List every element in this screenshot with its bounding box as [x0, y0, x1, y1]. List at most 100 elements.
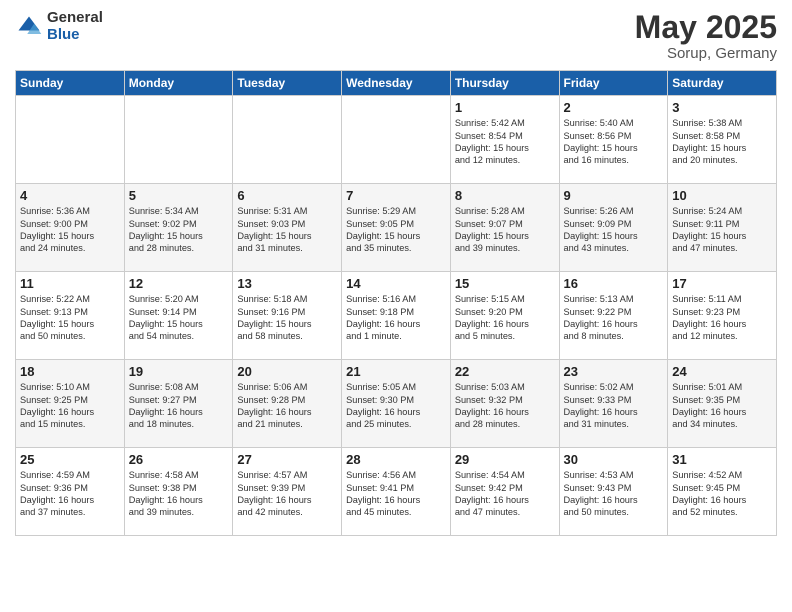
header-saturday: Saturday	[668, 71, 777, 96]
logo-icon	[15, 13, 43, 41]
calendar-week-5: 25Sunrise: 4:59 AM Sunset: 9:36 PM Dayli…	[16, 448, 777, 536]
calendar-cell: 21Sunrise: 5:05 AM Sunset: 9:30 PM Dayli…	[342, 360, 451, 448]
day-content: Sunrise: 5:42 AM Sunset: 8:54 PM Dayligh…	[455, 117, 555, 167]
day-content: Sunrise: 5:10 AM Sunset: 9:25 PM Dayligh…	[20, 381, 120, 431]
calendar-cell: 17 Sunrise: 5:11 AM Sunset: 9:23 PM Dayli…	[668, 272, 777, 360]
day-number: 20	[237, 364, 337, 379]
day-content: Sunrise: 4:53 AM Sunset: 9:43 PM Dayligh…	[564, 469, 664, 519]
calendar-cell: 7Sunrise: 5:29 AM Sunset: 9:05 PM Daylig…	[342, 184, 451, 272]
day-number: 28	[346, 452, 446, 467]
calendar-cell: 16 Sunrise: 5:13 AM Sunset: 9:22 PM Dayli…	[559, 272, 668, 360]
day-number: 9	[564, 188, 664, 203]
calendar-week-1: 1 Sunrise: 5:42 AM Sunset: 8:54 PM Daylig…	[16, 96, 777, 184]
calendar-cell: 23Sunrise: 5:02 AM Sunset: 9:33 PM Dayli…	[559, 360, 668, 448]
day-content: Sunrise: 5:16 AM Sunset: 9:18 PM Dayligh…	[346, 293, 446, 343]
day-number: 5	[129, 188, 229, 203]
day-number: 10	[672, 188, 772, 203]
day-number: 27	[237, 452, 337, 467]
calendar-cell: 14 Sunrise: 5:16 AM Sunset: 9:18 PM Dayli…	[342, 272, 451, 360]
day-number: 4	[20, 188, 120, 203]
day-content: Sunrise: 4:52 AM Sunset: 9:45 PM Dayligh…	[672, 469, 772, 519]
day-content: Sunrise: 5:22 AM Sunset: 9:13 PM Dayligh…	[20, 293, 120, 343]
calendar-cell: 20Sunrise: 5:06 AM Sunset: 9:28 PM Dayli…	[233, 360, 342, 448]
day-content: Sunrise: 4:58 AM Sunset: 9:38 PM Dayligh…	[129, 469, 229, 519]
day-content: Sunrise: 5:20 AM Sunset: 9:14 PM Dayligh…	[129, 293, 229, 343]
day-content: Sunrise: 5:36 AM Sunset: 9:00 PM Dayligh…	[20, 205, 120, 255]
day-number: 16	[564, 276, 664, 291]
header-row: Sunday Monday Tuesday Wednesday Thursday…	[16, 71, 777, 96]
calendar-header: Sunday Monday Tuesday Wednesday Thursday…	[16, 71, 777, 96]
logo-text: General Blue	[47, 10, 103, 43]
header-monday: Monday	[124, 71, 233, 96]
calendar-week-4: 18 Sunrise: 5:10 AM Sunset: 9:25 PM Dayli…	[16, 360, 777, 448]
day-number: 17	[672, 276, 772, 291]
day-number: 8	[455, 188, 555, 203]
day-number: 3	[672, 100, 772, 115]
calendar-body: 1 Sunrise: 5:42 AM Sunset: 8:54 PM Daylig…	[16, 96, 777, 536]
day-content: Sunrise: 5:31 AM Sunset: 9:03 PM Dayligh…	[237, 205, 337, 255]
day-content: Sunrise: 5:01 AM Sunset: 9:35 PM Dayligh…	[672, 381, 772, 431]
day-number: 14	[346, 276, 446, 291]
calendar-table: Sunday Monday Tuesday Wednesday Thursday…	[15, 70, 777, 536]
calendar-cell: 19Sunrise: 5:08 AM Sunset: 9:27 PM Dayli…	[124, 360, 233, 448]
calendar-cell: 27 Sunrise: 4:57 AM Sunset: 9:39 PM Dayli…	[233, 448, 342, 536]
day-number: 15	[455, 276, 555, 291]
calendar-page: General Blue May 2025 Sorup, Germany Sun…	[0, 0, 792, 612]
day-content: Sunrise: 4:54 AM Sunset: 9:42 PM Dayligh…	[455, 469, 555, 519]
calendar-cell: 4 Sunrise: 5:36 AM Sunset: 9:00 PM Daylig…	[16, 184, 125, 272]
day-number: 18	[20, 364, 120, 379]
day-number: 12	[129, 276, 229, 291]
header-friday: Friday	[559, 71, 668, 96]
day-number: 24	[672, 364, 772, 379]
header-thursday: Thursday	[450, 71, 559, 96]
calendar-week-3: 11Sunrise: 5:22 AM Sunset: 9:13 PM Dayli…	[16, 272, 777, 360]
day-number: 29	[455, 452, 555, 467]
day-content: Sunrise: 5:15 AM Sunset: 9:20 PM Dayligh…	[455, 293, 555, 343]
day-content: Sunrise: 4:59 AM Sunset: 9:36 PM Dayligh…	[20, 469, 120, 519]
header-wednesday: Wednesday	[342, 71, 451, 96]
calendar-cell: 31Sunrise: 4:52 AM Sunset: 9:45 PM Dayli…	[668, 448, 777, 536]
calendar-cell	[16, 96, 125, 184]
day-content: Sunrise: 4:57 AM Sunset: 9:39 PM Dayligh…	[237, 469, 337, 519]
header: General Blue May 2025 Sorup, Germany	[15, 10, 777, 62]
logo-blue-text: Blue	[47, 27, 103, 44]
day-content: Sunrise: 5:11 AM Sunset: 9:23 PM Dayligh…	[672, 293, 772, 343]
calendar-cell: 5Sunrise: 5:34 AM Sunset: 9:02 PM Daylig…	[124, 184, 233, 272]
day-number: 2	[564, 100, 664, 115]
day-number: 1	[455, 100, 555, 115]
day-content: Sunrise: 5:05 AM Sunset: 9:30 PM Dayligh…	[346, 381, 446, 431]
calendar-cell: 29 Sunrise: 4:54 AM Sunset: 9:42 PM Dayli…	[450, 448, 559, 536]
day-content: Sunrise: 5:13 AM Sunset: 9:22 PM Dayligh…	[564, 293, 664, 343]
calendar-week-2: 4 Sunrise: 5:36 AM Sunset: 9:00 PM Daylig…	[16, 184, 777, 272]
calendar-title: May 2025	[635, 10, 777, 45]
calendar-cell: 6Sunrise: 5:31 AM Sunset: 9:03 PM Daylig…	[233, 184, 342, 272]
title-block: May 2025 Sorup, Germany	[635, 10, 777, 62]
logo-general-text: General	[47, 10, 103, 27]
calendar-cell: 8 Sunrise: 5:28 AM Sunset: 9:07 PM Daylig…	[450, 184, 559, 272]
day-number: 22	[455, 364, 555, 379]
calendar-cell: 22Sunrise: 5:03 AM Sunset: 9:32 PM Dayli…	[450, 360, 559, 448]
day-content: Sunrise: 5:18 AM Sunset: 9:16 PM Dayligh…	[237, 293, 337, 343]
calendar-cell: 15 Sunrise: 5:15 AM Sunset: 9:20 PM Dayli…	[450, 272, 559, 360]
day-number: 26	[129, 452, 229, 467]
calendar-cell: 11Sunrise: 5:22 AM Sunset: 9:13 PM Dayli…	[16, 272, 125, 360]
day-content: Sunrise: 5:40 AM Sunset: 8:56 PM Dayligh…	[564, 117, 664, 167]
calendar-cell: 18 Sunrise: 5:10 AM Sunset: 9:25 PM Dayli…	[16, 360, 125, 448]
calendar-cell: 12 Sunrise: 5:20 AM Sunset: 9:14 PM Dayli…	[124, 272, 233, 360]
calendar-cell	[233, 96, 342, 184]
day-number: 30	[564, 452, 664, 467]
calendar-cell: 1 Sunrise: 5:42 AM Sunset: 8:54 PM Daylig…	[450, 96, 559, 184]
calendar-cell: 9 Sunrise: 5:26 AM Sunset: 9:09 PM Daylig…	[559, 184, 668, 272]
calendar-cell	[342, 96, 451, 184]
logo: General Blue	[15, 10, 103, 43]
calendar-cell: 10 Sunrise: 5:24 AM Sunset: 9:11 PM Dayli…	[668, 184, 777, 272]
calendar-cell: 26 Sunrise: 4:58 AM Sunset: 9:38 PM Dayli…	[124, 448, 233, 536]
calendar-cell: 13Sunrise: 5:18 AM Sunset: 9:16 PM Dayli…	[233, 272, 342, 360]
day-content: Sunrise: 5:28 AM Sunset: 9:07 PM Dayligh…	[455, 205, 555, 255]
day-content: Sunrise: 5:24 AM Sunset: 9:11 PM Dayligh…	[672, 205, 772, 255]
day-content: Sunrise: 5:38 AM Sunset: 8:58 PM Dayligh…	[672, 117, 772, 167]
calendar-cell: 2 Sunrise: 5:40 AM Sunset: 8:56 PM Daylig…	[559, 96, 668, 184]
day-content: Sunrise: 5:26 AM Sunset: 9:09 PM Dayligh…	[564, 205, 664, 255]
calendar-cell: 28Sunrise: 4:56 AM Sunset: 9:41 PM Dayli…	[342, 448, 451, 536]
header-sunday: Sunday	[16, 71, 125, 96]
